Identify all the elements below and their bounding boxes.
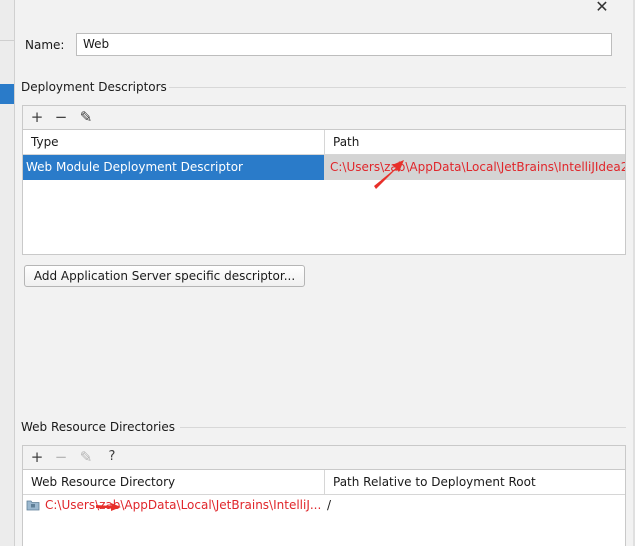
annotation-arrow-upper: [374, 160, 404, 189]
annotation-arrows: [96, 160, 404, 511]
web-facet-settings-panel: ✕ Name: Web Deployment Descriptors + − ✎…: [0, 0, 635, 546]
annotation-arrow-lower: [96, 503, 121, 511]
